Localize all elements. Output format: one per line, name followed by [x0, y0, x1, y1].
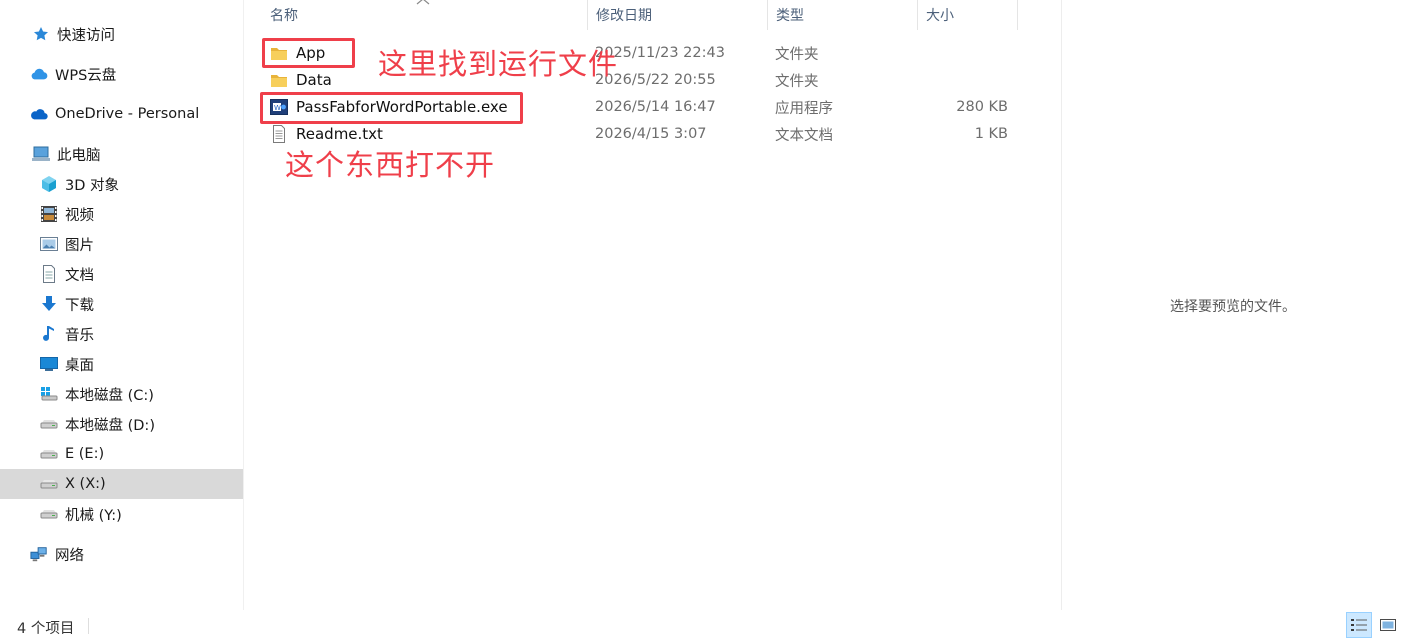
network-icon: [30, 545, 48, 563]
sidebar-item-label: 视频: [65, 207, 94, 224]
file-modified-date: 2025/11/23 22:43: [595, 45, 725, 61]
sidebar-item-label: 下载: [65, 297, 94, 314]
sidebar-item-drive-y[interactable]: 机械 (Y:): [0, 499, 243, 529]
folder-icon: [271, 48, 287, 60]
file-explorer-window: 快速访问 WPS云盘 OneDrive - Personal 此电脑 3D 对象: [0, 0, 1405, 640]
sidebar-item-label: 文档: [65, 267, 94, 284]
file-type: 文件夹: [775, 73, 819, 90]
sidebar-item-label: 3D 对象: [65, 177, 119, 194]
sidebar-item-label: 桌面: [65, 357, 94, 374]
status-bar: 4 个项目: [0, 610, 1405, 640]
drive-icon: [40, 445, 58, 463]
column-header-date[interactable]: 修改日期: [588, 0, 768, 30]
sidebar-item-label: 本地磁盘 (D:): [65, 417, 155, 434]
file-modified-date: 2026/5/14 16:47: [595, 99, 716, 115]
status-separator: [88, 618, 89, 634]
drive-icon: [40, 475, 58, 493]
text-file-icon: [273, 125, 285, 143]
preview-empty-message: 选择要预览的文件。: [1170, 299, 1296, 315]
exe-app-icon: W: [270, 99, 288, 115]
file-size: 280 KB: [956, 99, 1008, 115]
sidebar-item-documents[interactable]: 文档: [0, 259, 243, 289]
picture-icon: [40, 235, 58, 253]
file-name: PassFabforWordPortable.exe: [296, 98, 508, 116]
sidebar-item-label: 机械 (Y:): [65, 507, 122, 524]
music-note-icon: [40, 325, 58, 343]
file-name: Readme.txt: [296, 125, 383, 143]
sidebar-item-drive-x[interactable]: X (X:): [0, 469, 243, 499]
large-icons-view-button[interactable]: [1375, 612, 1401, 638]
file-name: App: [296, 44, 326, 62]
large-icons-view-icon: [1380, 619, 1396, 631]
sidebar-item-label: X (X:): [65, 476, 106, 492]
sidebar-item-drive-d[interactable]: 本地磁盘 (D:): [0, 409, 243, 439]
file-row-data[interactable]: Data 2026/5/22 20:55 文件夹: [262, 67, 1052, 93]
document-icon: [40, 265, 58, 283]
file-type: 文本文档: [775, 127, 833, 144]
sidebar-item-wps-cloud[interactable]: WPS云盘: [0, 59, 243, 89]
sidebar-item-videos[interactable]: 视频: [0, 199, 243, 229]
sidebar-item-music[interactable]: 音乐: [0, 319, 243, 349]
sidebar-item-3d-objects[interactable]: 3D 对象: [0, 169, 243, 199]
sidebar-item-drive-c[interactable]: 本地磁盘 (C:): [0, 379, 243, 409]
sidebar-item-desktop[interactable]: 桌面: [0, 349, 243, 379]
navigation-pane: 快速访问 WPS云盘 OneDrive - Personal 此电脑 3D 对象: [0, 0, 244, 610]
details-view-icon: [1351, 619, 1367, 631]
file-type: 应用程序: [775, 100, 833, 117]
file-size: 1 KB: [974, 126, 1008, 142]
sidebar-item-network[interactable]: 网络: [0, 539, 243, 569]
sidebar-item-label: 本地磁盘 (C:): [65, 387, 154, 404]
sidebar-item-downloads[interactable]: 下载: [0, 289, 243, 319]
star-icon: [32, 25, 50, 43]
sidebar-item-quick-access[interactable]: 快速访问: [0, 19, 243, 49]
file-modified-date: 2026/5/22 20:55: [595, 72, 716, 88]
drive-icon: [40, 415, 58, 433]
sidebar-item-label: 图片: [65, 237, 94, 254]
sidebar-item-label: OneDrive - Personal: [55, 106, 200, 122]
cloud-icon: [30, 65, 48, 83]
cube-icon: [40, 175, 58, 193]
file-modified-date: 2026/4/15 3:07: [595, 126, 707, 142]
column-header-type[interactable]: 类型: [768, 0, 918, 30]
onedrive-icon: [30, 105, 48, 123]
column-header-size[interactable]: 大小: [918, 0, 1018, 30]
sidebar-item-label: WPS云盘: [55, 67, 117, 84]
windows-drive-icon: [40, 385, 58, 403]
sidebar-item-this-pc[interactable]: 此电脑: [0, 139, 243, 169]
file-row-readme[interactable]: Readme.txt 2026/4/15 3:07 文本文档 1 KB: [262, 121, 1052, 147]
file-name: Data: [296, 71, 332, 89]
svg-text:W: W: [274, 104, 281, 112]
desktop-icon: [40, 355, 58, 373]
sidebar-item-label: 音乐: [65, 327, 94, 344]
sidebar-item-label: 快速访问: [57, 27, 115, 44]
details-view-button[interactable]: [1346, 612, 1372, 638]
film-icon: [40, 205, 58, 223]
file-row-app[interactable]: App 2025/11/23 22:43 文件夹: [262, 40, 1052, 66]
annotation-text-exe: 这个东西打不开: [285, 148, 496, 182]
folder-icon: [271, 75, 287, 87]
drive-icon: [40, 505, 58, 523]
sidebar-item-label: 网络: [55, 547, 84, 564]
file-row-exe[interactable]: W PassFabforWordPortable.exe 2026/5/14 1…: [262, 94, 1052, 120]
file-type: 文件夹: [775, 46, 819, 63]
column-header-name[interactable]: 名称: [262, 0, 588, 30]
sidebar-item-onedrive[interactable]: OneDrive - Personal: [0, 99, 243, 129]
download-arrow-icon: [40, 295, 58, 313]
item-count: 4 个项目: [17, 621, 75, 637]
sidebar-item-label: 此电脑: [57, 147, 101, 164]
sidebar-item-pictures[interactable]: 图片: [0, 229, 243, 259]
sidebar-item-drive-e[interactable]: E (E:): [0, 439, 243, 469]
sidebar-item-label: E (E:): [65, 446, 105, 462]
computer-icon: [32, 145, 50, 163]
